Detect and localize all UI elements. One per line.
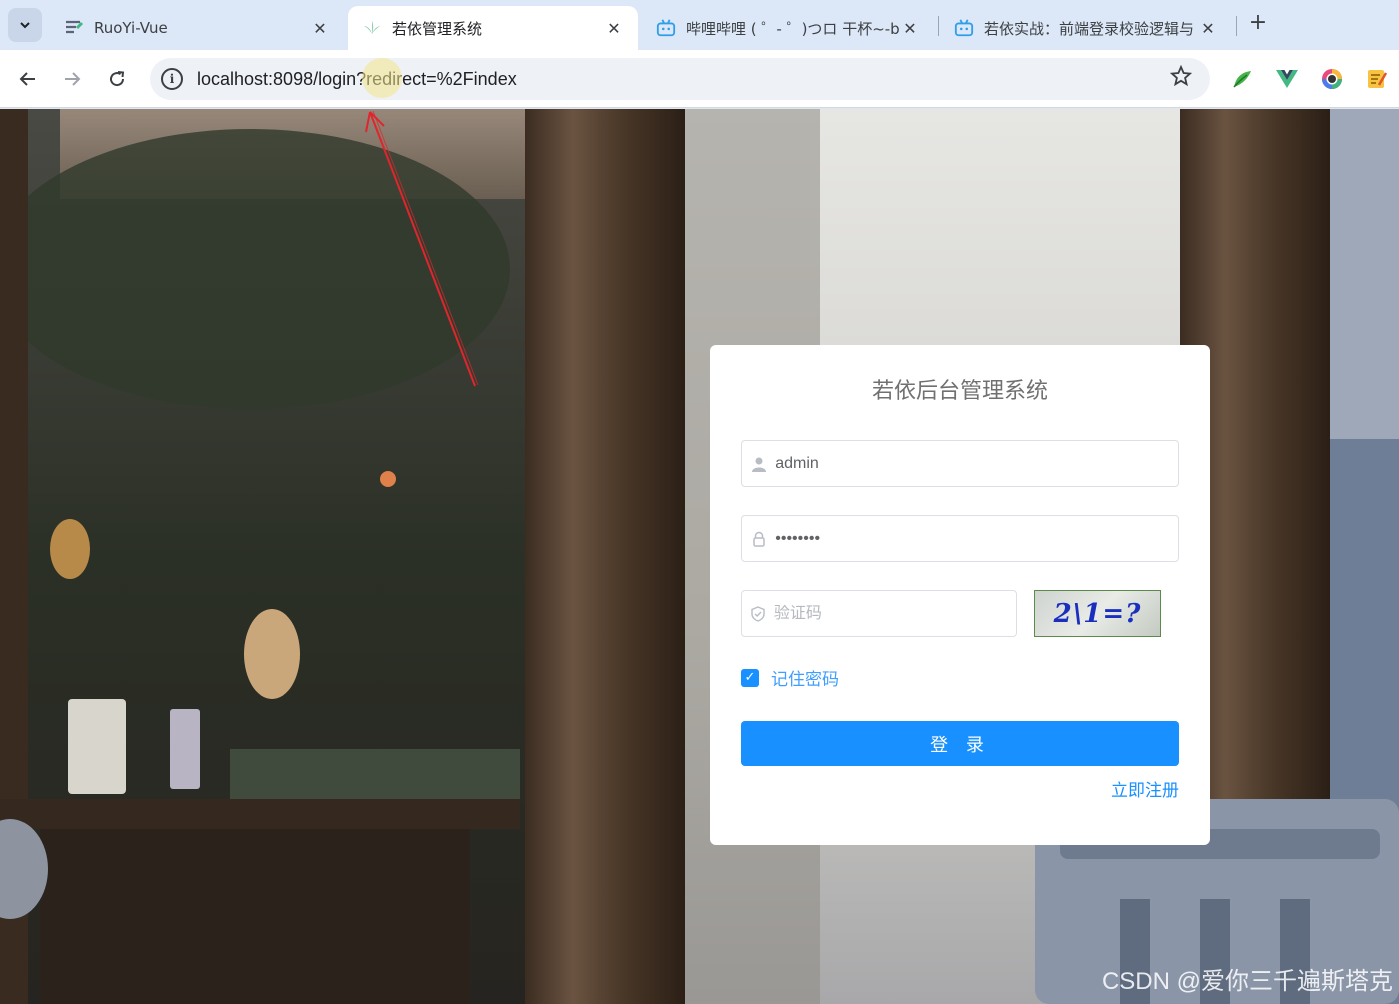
captcha-image[interactable]: 2\1=? xyxy=(1034,590,1161,637)
tab-ruoyi-vue[interactable]: RuoYi-Vue ✕ xyxy=(50,6,344,50)
login-form-card: 若依后台管理系统 2\1=? ✓ 记住密码 登 录 立即注册 xyxy=(710,345,1210,845)
password-input[interactable] xyxy=(775,529,1178,548)
tab-separator xyxy=(938,16,939,36)
tab-search-chevron-icon[interactable] xyxy=(8,8,42,42)
ruoyi-docs-icon xyxy=(64,18,84,38)
back-arrow-icon[interactable] xyxy=(14,65,42,93)
reload-icon[interactable] xyxy=(103,65,131,93)
tab-title: 若依管理系统 xyxy=(392,19,483,38)
forward-arrow-icon[interactable] xyxy=(58,65,86,93)
bookmark-star-icon[interactable] xyxy=(1166,64,1196,93)
browser-toolbar: i localhost:8098/login?redirect=%2Findex xyxy=(0,50,1399,108)
login-title: 若依后台管理系统 xyxy=(871,379,1048,404)
tab-ruoyi-admin[interactable]: 若依管理系统 ✕ xyxy=(348,6,638,50)
color-picker-extension-icon[interactable] xyxy=(1319,66,1345,92)
tab-title: 若依实战：前端登录校验逻辑与 xyxy=(984,19,1195,38)
bilibili-icon xyxy=(656,18,676,38)
captcha-field[interactable] xyxy=(741,590,1017,637)
checkbox-checked-icon[interactable]: ✓ xyxy=(741,668,759,687)
tab-bilibili[interactable]: 哔哩哔哩 ( ゜- ゜)つロ 干杯~-bi ✕ xyxy=(642,6,934,50)
tab-separator xyxy=(1236,16,1237,36)
ruoyi-leaf-icon xyxy=(362,18,382,38)
vue-devtools-icon[interactable] xyxy=(1274,66,1300,92)
lock-icon xyxy=(742,531,775,547)
tab-title: 哔哩哔哩 ( ゜- ゜)つロ 干杯~-bi xyxy=(686,19,900,38)
close-tab-icon[interactable]: ✕ xyxy=(900,19,920,38)
site-info-icon[interactable]: i xyxy=(161,68,183,90)
url-text[interactable]: localhost:8098/login?redirect=%2Findex xyxy=(197,69,1166,90)
bilibili-icon xyxy=(954,18,974,38)
tab-title: RuoYi-Vue xyxy=(94,19,168,37)
login-page-background: 若依后台管理系统 2\1=? ✓ 记住密码 登 录 立即注册 CS xyxy=(0,109,1399,1004)
csdn-watermark: CSDN @爱你三千遍斯塔克 xyxy=(1101,968,1393,995)
user-icon xyxy=(742,456,775,472)
new-tab-button[interactable]: + xyxy=(1246,12,1270,36)
close-tab-icon[interactable]: ✕ xyxy=(604,19,624,38)
register-link[interactable]: 立即注册 xyxy=(1111,776,1179,801)
extension-leaf-icon[interactable] xyxy=(1229,66,1255,92)
browser-tab-strip: RuoYi-Vue ✕ 若依管理系统 ✕ 哔哩哔哩 ( ゜- ゜)つロ 干杯~-… xyxy=(0,0,1399,50)
close-tab-icon[interactable]: ✕ xyxy=(310,19,330,38)
remember-password-checkbox[interactable]: ✓ 记住密码 xyxy=(741,665,839,690)
password-field[interactable] xyxy=(741,515,1179,562)
notes-extension-icon[interactable] xyxy=(1364,66,1390,92)
captcha-input[interactable] xyxy=(773,604,1016,623)
close-tab-icon[interactable]: ✕ xyxy=(1198,19,1218,38)
shield-check-icon xyxy=(742,605,774,622)
tab-ruoyi-article[interactable]: 若依实战：前端登录校验逻辑与 ✕ xyxy=(940,6,1232,50)
username-field[interactable] xyxy=(741,440,1179,487)
username-input[interactable] xyxy=(775,454,1178,473)
login-button[interactable]: 登 录 xyxy=(741,721,1179,766)
remember-password-label[interactable]: 记住密码 xyxy=(771,665,839,690)
address-bar[interactable]: i localhost:8098/login?redirect=%2Findex xyxy=(150,58,1210,100)
